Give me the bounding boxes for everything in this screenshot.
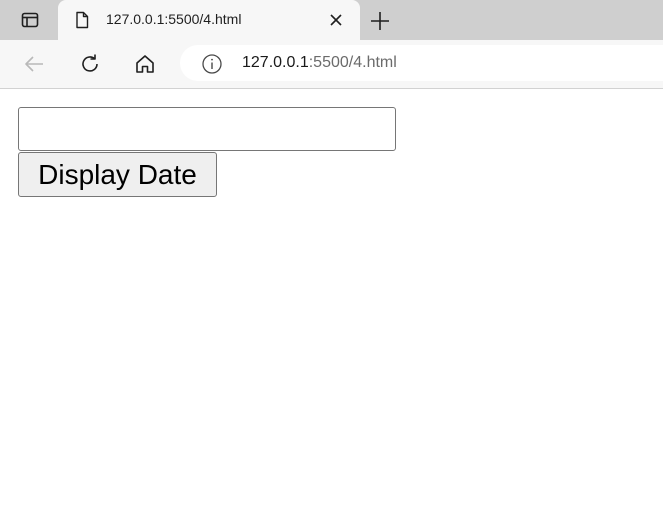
tab-strip: 127.0.0.1:5500/4.html [0,0,663,40]
browser-toolbar: 127.0.0.1:5500/4.html [0,40,663,89]
address-bar[interactable]: 127.0.0.1:5500/4.html [180,45,663,81]
url-path: :5500/4.html [308,54,397,71]
display-date-button[interactable]: Display Date [18,152,217,197]
url-host: 127.0.0.1 [242,54,309,71]
tab-actions-button[interactable] [10,8,50,32]
reload-icon[interactable] [78,52,102,76]
info-icon[interactable] [201,53,223,75]
home-icon[interactable] [133,52,157,76]
browser-tab-active[interactable]: 127.0.0.1:5500/4.html [58,0,360,40]
close-icon[interactable] [327,11,345,29]
address-bar-url: 127.0.0.1:5500/4.html [242,54,397,72]
tab-title: 127.0.0.1:5500/4.html [106,11,242,27]
date-input[interactable] [18,107,396,151]
page-icon [73,11,91,29]
page-content: Display Date [0,89,663,532]
back-arrow-icon[interactable] [22,52,46,76]
browser-window: 127.0.0.1:5500/4.html 127.0.0.1:5500/4.h… [0,0,663,532]
tab-actions-icon [20,10,40,30]
plus-icon[interactable] [368,9,392,33]
